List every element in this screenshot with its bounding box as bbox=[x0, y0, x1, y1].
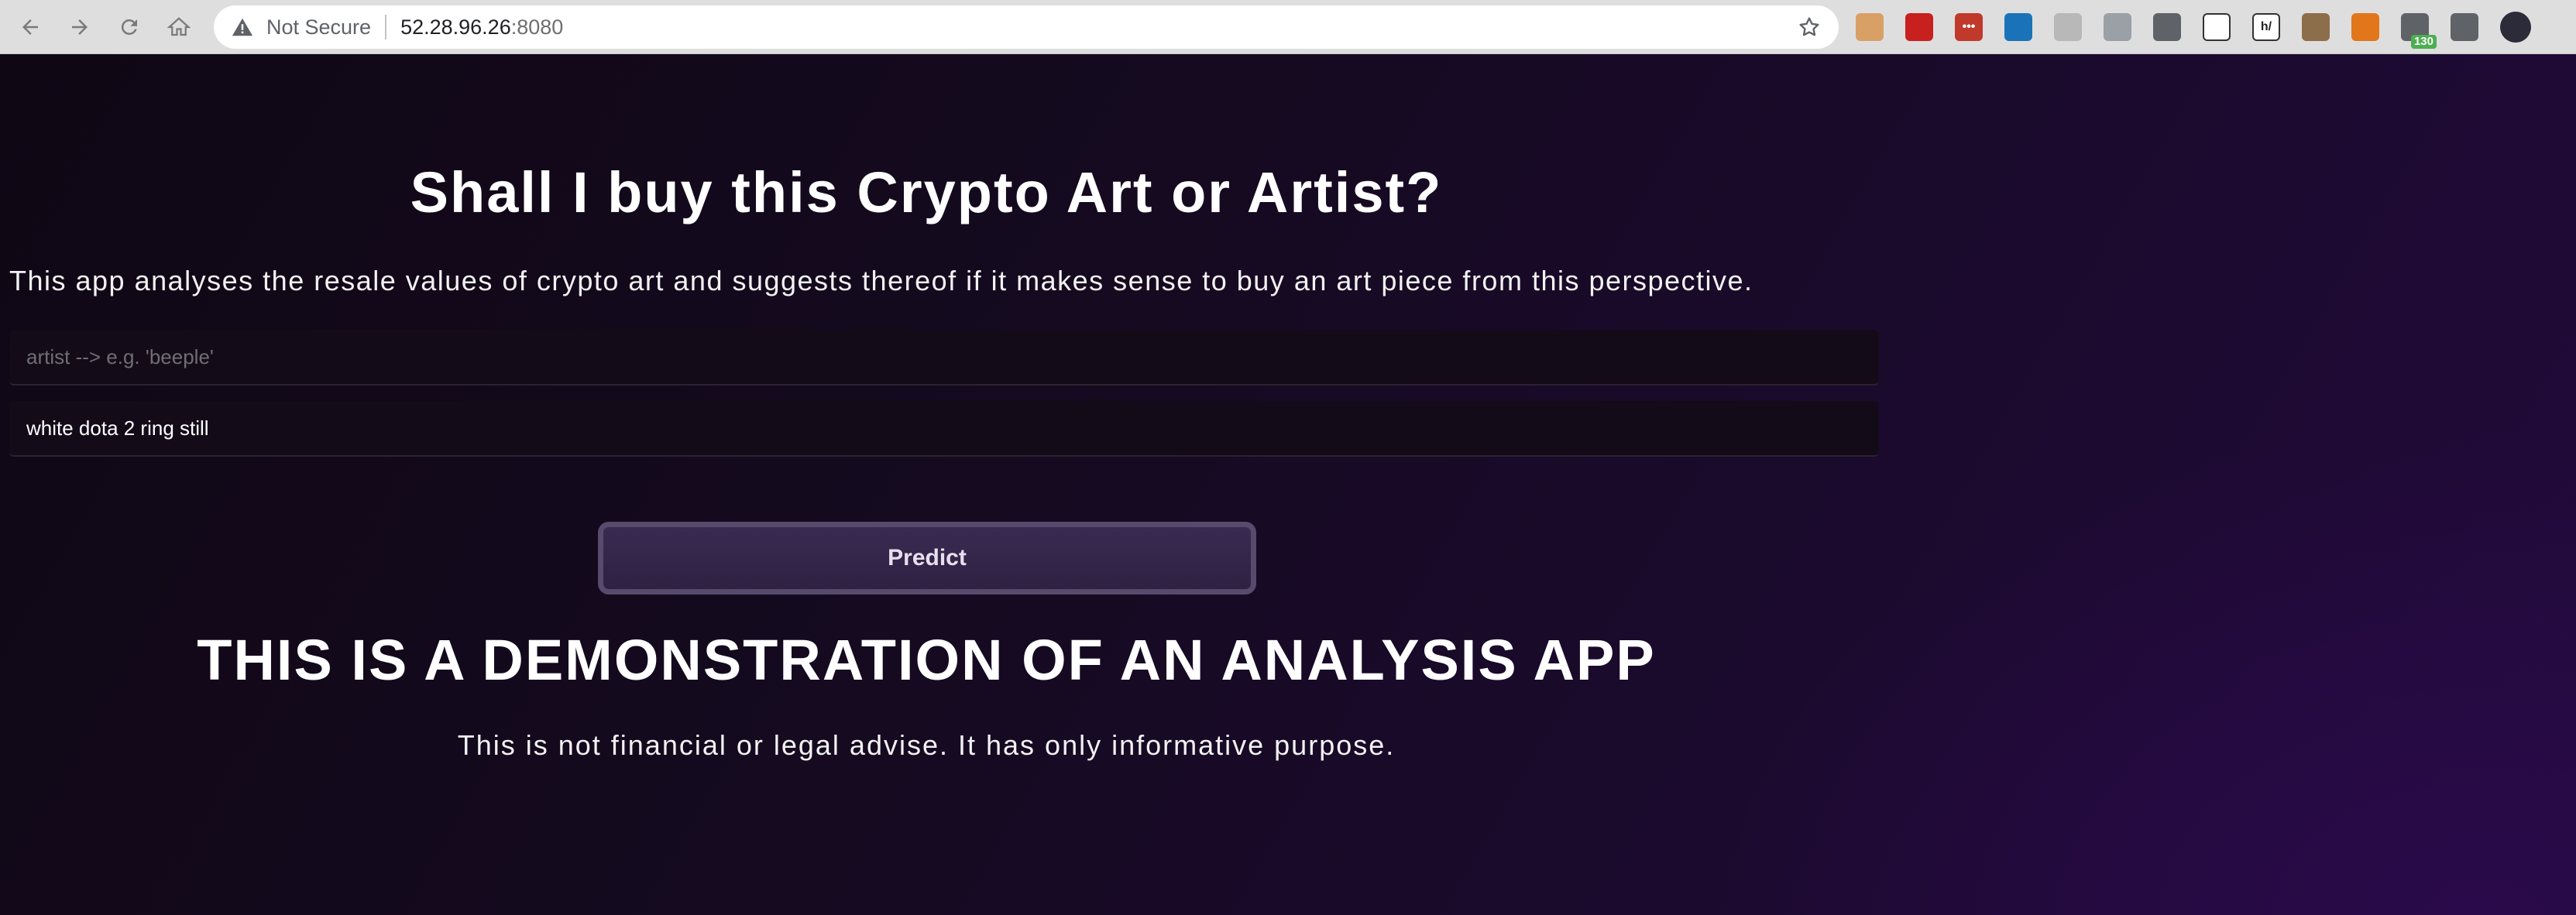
security-status[interactable]: Not Secure bbox=[266, 15, 371, 39]
predict-button[interactable]: Predict bbox=[598, 522, 1256, 595]
printer-extension-icon[interactable] bbox=[2104, 13, 2131, 41]
arrow-right-icon bbox=[72, 19, 88, 35]
address-bar[interactable]: Not Secure 52.28.96.26:8080 bbox=[214, 5, 1839, 49]
vpn-extension-icon[interactable]: 130 bbox=[2401, 13, 2437, 49]
page-viewport: Shall I buy this Crypto Art or Artist? T… bbox=[0, 54, 2576, 915]
extension-badge: 130 bbox=[2410, 35, 2437, 49]
demo-heading: THIS IS A DEMONSTRATION OF AN ANALYSIS A… bbox=[197, 628, 1656, 692]
ublock-extension-icon[interactable] bbox=[1905, 13, 1933, 41]
reload-button[interactable] bbox=[113, 11, 146, 43]
disclaimer-text: This is not financial or legal advise. I… bbox=[457, 729, 1396, 761]
dev-extension-icon[interactable] bbox=[2203, 13, 2231, 41]
forward-button[interactable] bbox=[64, 11, 96, 43]
back-button[interactable] bbox=[14, 11, 46, 43]
profile-avatar[interactable] bbox=[2500, 12, 2531, 43]
art-piece-input[interactable] bbox=[9, 401, 1879, 457]
puzzle-extension-icon[interactable] bbox=[2451, 13, 2478, 41]
hypothesis-extension-icon[interactable]: h/ bbox=[2252, 13, 2280, 41]
wand-extension-icon[interactable] bbox=[2054, 13, 2082, 41]
reload-icon bbox=[121, 19, 137, 35]
metamask-extension-icon[interactable] bbox=[2351, 13, 2379, 41]
omnibox-divider bbox=[385, 15, 387, 39]
browser-toolbar: Not Secure 52.28.96.26:8080 ••• h/130 bbox=[0, 0, 2576, 54]
home-button[interactable] bbox=[163, 11, 195, 43]
arrow-left-icon bbox=[22, 19, 38, 35]
url-port: :8080 bbox=[510, 15, 564, 39]
url-host: 52.28.96.26 bbox=[400, 15, 511, 39]
warning-icon bbox=[231, 15, 254, 39]
bookmark-star-icon[interactable] bbox=[1797, 15, 1822, 39]
page-title: Shall I buy this Crypto Art or Artist? bbox=[410, 160, 1443, 224]
timer-extension-icon[interactable] bbox=[2004, 13, 2032, 41]
lastpass-extension-icon[interactable]: ••• bbox=[1955, 13, 1983, 41]
eyedropper-extension-icon[interactable] bbox=[2153, 13, 2181, 41]
cookie-extension-icon[interactable] bbox=[1856, 13, 1884, 41]
cookie-editor-extension-icon[interactable] bbox=[2302, 13, 2330, 41]
artist-input[interactable] bbox=[9, 330, 1879, 386]
home-icon bbox=[167, 17, 191, 36]
app-description: This app analyses the resale values of c… bbox=[9, 265, 1753, 296]
